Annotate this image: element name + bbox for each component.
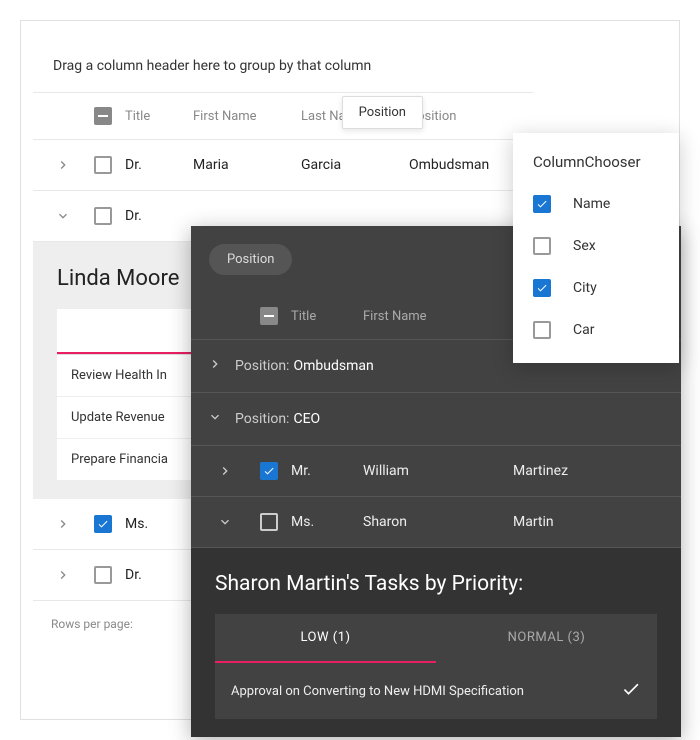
select-all-header[interactable] (81, 107, 125, 125)
done-check-icon (621, 679, 641, 703)
group-value: CEO (293, 411, 320, 427)
chooser-label: Name (573, 196, 610, 212)
cell-title: Dr. (125, 567, 193, 583)
cell-last-name: Garcia (301, 157, 409, 173)
column-position[interactable]: Position (409, 109, 521, 124)
checkbox-icon[interactable] (260, 513, 278, 531)
expand-row-button[interactable] (45, 157, 81, 173)
detail-heading: Sharon Martin's Tasks by Priority: (215, 572, 657, 596)
chevron-down-icon (207, 409, 223, 425)
checkbox-icon[interactable] (94, 207, 112, 225)
checkbox-checked-icon[interactable] (94, 515, 112, 533)
chevron-down-icon (217, 514, 233, 530)
column-first-name[interactable]: First Name (193, 109, 301, 124)
column-chooser-popup: ColumnChooser Name Sex City Car (513, 133, 679, 363)
group-chip-position[interactable]: Position (209, 244, 292, 275)
select-all-header[interactable] (247, 307, 291, 325)
group-label: Position: (235, 411, 289, 427)
row-checkbox[interactable] (81, 207, 125, 225)
expand-row-button[interactable] (203, 463, 247, 479)
table-row[interactable]: Ms. Sharon Martin (191, 497, 681, 548)
tab-low[interactable]: LOW (1) (215, 614, 436, 663)
task-item[interactable]: Approval on Converting to New HDMI Speci… (215, 663, 657, 719)
cell-first-name: Sharon (363, 514, 513, 530)
column-title[interactable]: Title (291, 309, 363, 324)
column-first-name[interactable]: First Name (363, 309, 513, 324)
collapse-row-button[interactable] (203, 514, 247, 530)
expand-row-button[interactable] (45, 567, 81, 583)
group-value: Ombudsman (293, 358, 373, 374)
cell-title: Ms. (291, 514, 363, 530)
row-checkbox[interactable] (247, 462, 291, 480)
tab-normal[interactable]: NORMAL (3) (436, 614, 657, 663)
indeterminate-checkbox-icon[interactable] (260, 307, 278, 325)
cell-title: Mr. (291, 463, 363, 479)
checkbox-icon[interactable] (533, 237, 551, 255)
column-chooser-title: ColumnChooser (513, 153, 679, 183)
chooser-item[interactable]: City (513, 267, 679, 309)
row-checkbox[interactable] (81, 156, 125, 174)
group-row[interactable]: Position: CEO (191, 393, 681, 446)
rows-per-page-label: Rows per page: (51, 617, 133, 631)
table-row[interactable]: Mr. William Martinez (191, 446, 681, 497)
cell-title: Dr. (125, 208, 193, 224)
chooser-item[interactable]: Sex (513, 225, 679, 267)
checkbox-icon[interactable] (94, 156, 112, 174)
checkbox-checked-icon[interactable] (260, 462, 278, 480)
checkbox-icon[interactable] (533, 321, 551, 339)
checkbox-checked-icon[interactable] (533, 279, 551, 297)
chooser-item[interactable]: Name (513, 183, 679, 225)
cell-first-name: Maria (193, 157, 301, 173)
chevron-right-icon (55, 157, 71, 173)
cell-first-name: William (363, 463, 513, 479)
cell-last-name: Martin (513, 514, 669, 530)
group-label: Position: (235, 358, 289, 374)
task-list: Approval on Converting to New HDMI Speci… (215, 663, 657, 719)
cell-title: Dr. (125, 157, 193, 173)
chevron-right-icon (217, 463, 233, 479)
column-header-row: Title First Name Last Name Position (33, 93, 533, 140)
row-checkbox[interactable] (247, 513, 291, 531)
group-hint-text: Drag a column header here to group by th… (53, 58, 371, 74)
expand-group-button[interactable] (207, 356, 235, 376)
table-row[interactable]: Dr. Maria Garcia Ombudsman (33, 140, 533, 191)
task-text: Approval on Converting to New HDMI Speci… (231, 684, 524, 699)
chevron-right-icon (55, 567, 71, 583)
chevron-right-icon (55, 516, 71, 532)
checkbox-icon[interactable] (94, 566, 112, 584)
priority-tabs: LOW (1) NORMAL (3) (215, 614, 657, 663)
group-drop-area[interactable]: Drag a column header here to group by th… (33, 40, 533, 93)
cell-last-name: Martinez (513, 463, 669, 479)
column-title[interactable]: Title (125, 109, 193, 124)
indeterminate-checkbox-icon[interactable] (94, 107, 112, 125)
expand-row-button[interactable] (45, 516, 81, 532)
dragging-column-chip[interactable]: Position (342, 96, 423, 129)
chooser-label: Car (573, 322, 594, 338)
chevron-down-icon (55, 208, 71, 224)
chevron-right-icon (207, 356, 223, 372)
row-detail-panel: Sharon Martin's Tasks by Priority: LOW (… (191, 548, 681, 737)
collapse-row-button[interactable] (45, 208, 81, 224)
chooser-label: Sex (573, 238, 596, 254)
chooser-item[interactable]: Car (513, 309, 679, 351)
collapse-group-button[interactable] (207, 409, 235, 429)
app-frame: Drag a column header here to group by th… (20, 20, 680, 720)
checkbox-checked-icon[interactable] (533, 195, 551, 213)
row-checkbox[interactable] (81, 515, 125, 533)
cell-title: Ms. (125, 516, 193, 532)
chooser-label: City (573, 280, 597, 296)
row-checkbox[interactable] (81, 566, 125, 584)
cell-position: Ombudsman (409, 157, 521, 173)
